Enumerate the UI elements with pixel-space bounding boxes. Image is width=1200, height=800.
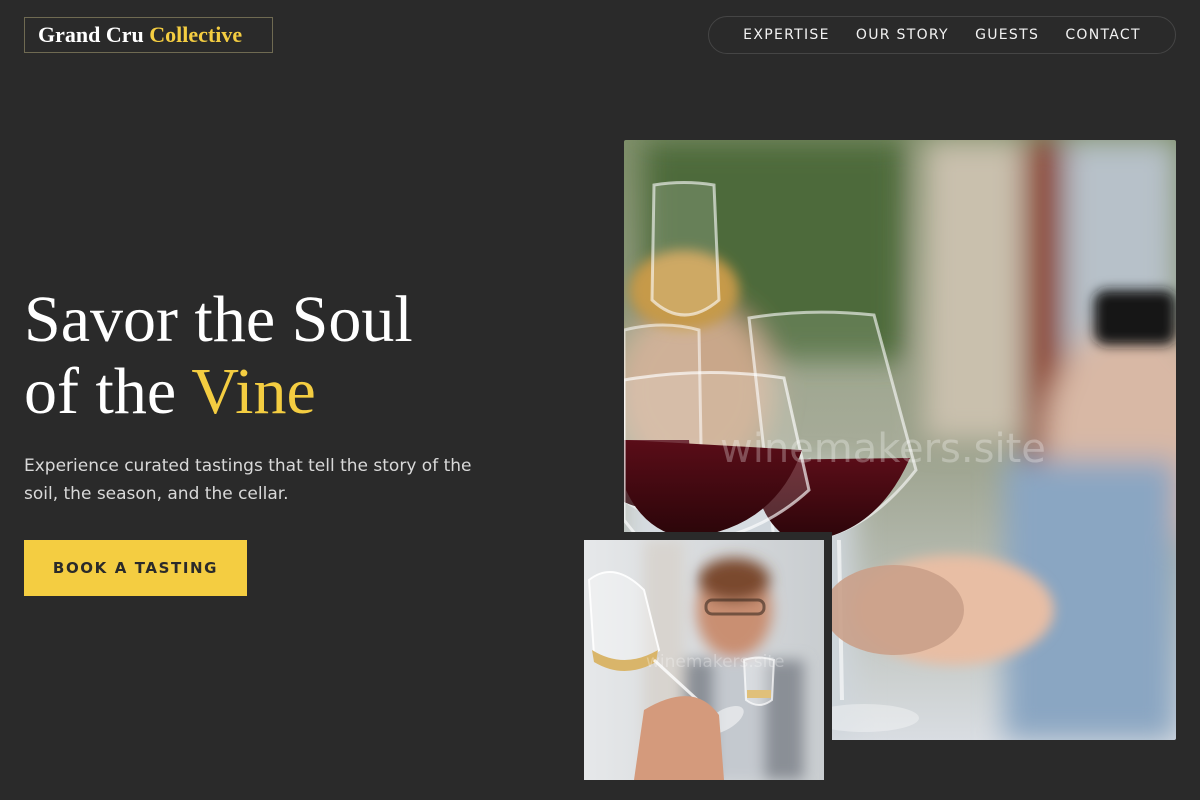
- hero-photo-tasting: winemakers.site: [576, 532, 832, 788]
- headline-line-2: of the: [24, 355, 192, 428]
- headline-accent-word: Vine: [191, 355, 316, 428]
- brand-name-primary: Grand Cru: [38, 22, 144, 47]
- nav-link-contact[interactable]: CONTACT: [1065, 27, 1141, 43]
- brand-name-accent: Collective: [149, 22, 243, 47]
- nav-link-expertise[interactable]: EXPERTISE: [743, 27, 830, 43]
- tasting-photo-image: [584, 540, 824, 780]
- main-nav: EXPERTISE OUR STORY GUESTS CONTACT: [708, 16, 1176, 54]
- hero-headline: Savor the Soul of the Vine: [24, 284, 544, 428]
- nav-link-guests[interactable]: GUESTS: [975, 27, 1039, 43]
- headline-line-1: Savor the Soul: [24, 283, 413, 356]
- hero-subtitle: Experience curated tastings that tell th…: [24, 456, 472, 504]
- nav-link-our-story[interactable]: OUR STORY: [856, 27, 949, 43]
- brand-logo[interactable]: Grand Cru Collective: [24, 17, 273, 53]
- book-tasting-button[interactable]: BOOK A TASTING: [24, 540, 247, 596]
